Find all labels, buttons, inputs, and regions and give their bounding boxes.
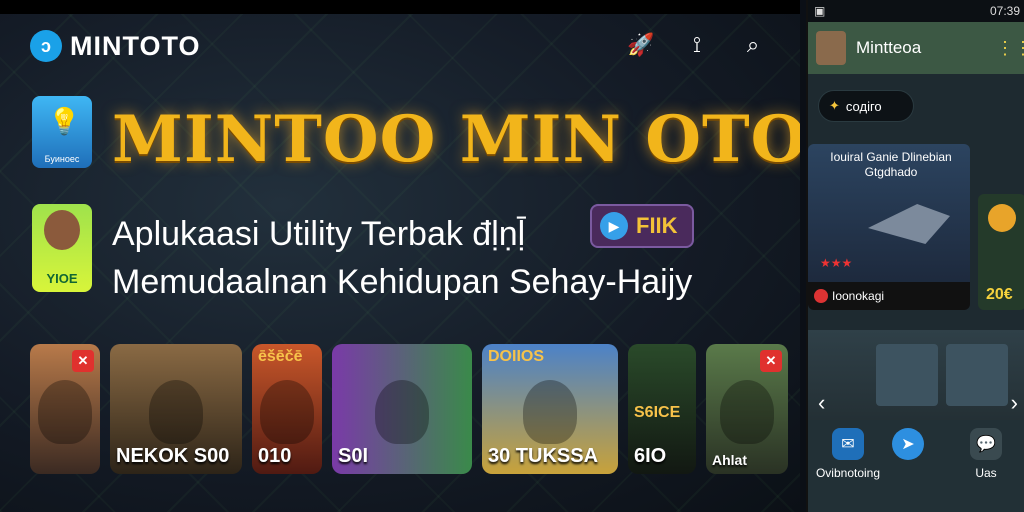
character-art xyxy=(375,380,429,444)
scene-strip xyxy=(808,330,1024,420)
hero-banner: ↄ MINTOTO 🚀 ⟟ ⌕ 💡 Буиноес YIOE MINTOO MI… xyxy=(0,0,800,512)
app-icon-game-label: YIOE xyxy=(46,271,78,286)
game-card-label: S0I xyxy=(338,445,369,467)
send-icon: ➤ xyxy=(892,428,924,460)
game-card[interactable]: NEKOK S00 xyxy=(110,344,242,474)
play-button[interactable]: ▶ FIIK xyxy=(590,204,694,248)
close-icon[interactable]: ✕ xyxy=(72,350,94,372)
app-header: Mintteoa ⋮⋮ xyxy=(808,22,1024,74)
publisher-icon xyxy=(814,289,828,303)
game-card-top-label: DOIIOS xyxy=(488,348,545,365)
status-time: 07:39 xyxy=(989,4,1020,18)
game-card-label: Ahlat xyxy=(712,452,747,468)
category-chip[interactable]: ✦ содіго xyxy=(818,90,914,122)
game-card-label: 6IO xyxy=(634,445,667,467)
character-avatar xyxy=(44,210,80,250)
game-card[interactable]: DOIIOS 30 TUKSSA xyxy=(482,344,618,474)
subtitle-line-2: Memudaalnan Kehidupan Sehay-Haijy xyxy=(112,263,693,301)
game-card-top-label: S6ICE xyxy=(634,404,681,421)
close-icon[interactable]: ✕ xyxy=(760,350,782,372)
avatar[interactable] xyxy=(816,31,846,65)
mail-icon: ✉ xyxy=(832,428,864,460)
app-icon-utility-label: Буиноес xyxy=(44,154,80,164)
game-card-label: 010 xyxy=(258,445,292,467)
rating-stars: ★★★ xyxy=(820,256,853,270)
status-bar: ▣ 07:39 xyxy=(808,0,1024,22)
star-icon: ✦ xyxy=(829,98,840,113)
bottom-nav: ✉ Ovibnotoing ➤ 💬 Uas xyxy=(808,420,1024,512)
logo-mark-icon: ↄ xyxy=(30,30,62,62)
nav-item-send[interactable]: ➤ xyxy=(868,428,948,466)
more-menu-icon[interactable]: ⋮⋮ xyxy=(996,38,1024,59)
rocket-icon[interactable]: 🚀 xyxy=(624,28,658,62)
headline: MINTOO MIN OTO xyxy=(112,102,800,177)
game-card[interactable]: ēšēčē 010 xyxy=(252,344,322,474)
character-art xyxy=(38,380,92,444)
nav-item-chat[interactable]: 💬 Uas xyxy=(946,428,1024,480)
game-card-label: NEKOK S00 xyxy=(116,445,230,467)
game-card[interactable]: S0I xyxy=(332,344,472,474)
search-icon[interactable]: ⌕ xyxy=(736,28,770,62)
featured-game-footer: Ioonokagi xyxy=(808,282,970,310)
game-card-label: 30 TUKSSA xyxy=(488,445,599,467)
app-icon-game[interactable]: YIOE xyxy=(32,204,92,292)
brand-logo[interactable]: ↄ MINTOTO xyxy=(30,30,201,62)
category-chip-label: содіго xyxy=(845,98,882,114)
playstation-icon[interactable]: ⟟ xyxy=(680,28,714,62)
featured-game-publisher: Ioonokagi xyxy=(832,289,885,303)
chevron-right-icon[interactable]: › xyxy=(1011,390,1018,416)
character-art xyxy=(149,380,203,444)
featured-game-card[interactable]: Iouiral Ganie Dlinebian Gtgdhado ★★★ Ioo… xyxy=(808,144,970,310)
spaceship-art xyxy=(868,204,950,244)
top-strip xyxy=(0,0,800,14)
app-title: Mintteoa xyxy=(856,38,922,57)
coin-icon xyxy=(988,204,1016,232)
nav-item-label: Uas xyxy=(975,466,997,480)
scene-thumbnail[interactable] xyxy=(876,344,938,406)
gallery-icon: ▣ xyxy=(814,4,826,18)
side-card-value: 20€ xyxy=(986,286,1013,303)
nav-item-label: Ovibnotoing xyxy=(815,466,881,480)
header-actions: 🚀 ⟟ ⌕ xyxy=(560,28,800,62)
app-icon-utility[interactable]: 💡 Буиноес xyxy=(32,96,92,168)
character-art xyxy=(523,380,577,444)
play-icon: ▶ xyxy=(600,212,628,240)
chevron-left-icon[interactable]: ‹ xyxy=(818,390,825,416)
brand-name: MINTOTO xyxy=(70,30,201,61)
game-card[interactable]: S6ICE 6IO xyxy=(628,344,696,474)
play-button-label: FIIK xyxy=(636,213,678,238)
character-art xyxy=(720,380,774,444)
game-card[interactable]: ✕ Ahlat xyxy=(706,344,788,474)
side-game-card[interactable]: 20€ xyxy=(978,194,1024,310)
game-card-top-label: ēšēčē xyxy=(258,348,303,365)
featured-game-title: Iouiral Ganie Dlinebian Gtgdhado xyxy=(830,150,952,179)
game-card[interactable]: ✕ xyxy=(30,344,100,474)
scene-thumbnail[interactable] xyxy=(946,344,1008,406)
lightbulb-icon: 💡 xyxy=(48,106,81,136)
chat-icon: 💬 xyxy=(970,428,1002,460)
phone-screen: ▣ 07:39 Mintteoa ⋮⋮ ✦ содіго Iouiral Gan… xyxy=(806,0,1024,512)
character-art xyxy=(260,380,314,444)
